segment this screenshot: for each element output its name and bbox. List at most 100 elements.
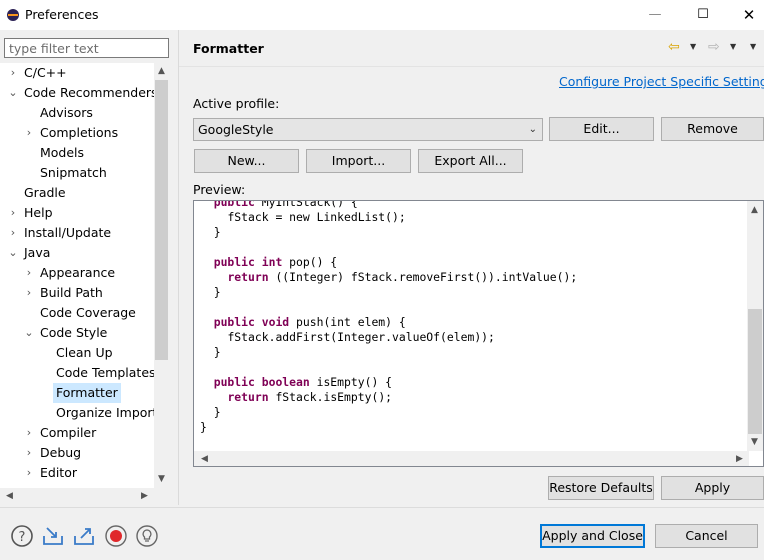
apply-button[interactable]: Apply [661,476,764,500]
new-button[interactable]: New... [194,149,299,173]
tree-item[interactable]: Clean Up [0,343,154,363]
tree-item[interactable]: Code Coverage [0,303,154,323]
collapse-chevron-icon[interactable]: › [24,423,34,443]
code-line: public int pop() { [200,255,577,270]
tree-item[interactable]: Organize Imports [0,403,154,423]
tree-item[interactable]: ⌄ Code Recommenders [0,83,154,103]
code-line: public void push(int elem) { [200,315,577,330]
preview-scroll-thumb[interactable] [748,309,762,434]
tree-item-label: Editor [40,465,77,480]
record-icon[interactable] [104,524,128,548]
tree-item-label: Gradle [24,185,66,200]
expand-chevron-icon[interactable]: ⌄ [8,83,18,103]
collapse-chevron-icon[interactable] [40,403,50,423]
collapse-chevron-icon[interactable]: › [24,463,34,483]
forward-dropdown-icon[interactable]: ▼ [730,42,736,51]
collapse-chevron-icon[interactable] [40,343,50,363]
expand-chevron-icon[interactable]: ⌄ [8,243,18,263]
tree-item[interactable]: › Editor [0,463,154,483]
apply-and-close-button[interactable]: Apply and Close [540,524,645,548]
cancel-button[interactable]: Cancel [655,524,758,548]
tree-vertical-scrollbar[interactable]: ▲ ▼ [154,63,169,488]
import-button[interactable]: Import... [306,149,411,173]
code-preview[interactable]: public MyIntStack() { fStack = new Linke… [193,200,764,467]
collapse-chevron-icon[interactable] [24,143,34,163]
forward-arrow-icon[interactable]: ⇨ [708,39,720,55]
collapse-chevron-icon[interactable] [8,183,18,203]
tree-item[interactable]: Advisors [0,103,154,123]
window-title: Preferences [25,7,99,22]
collapse-chevron-icon[interactable]: › [8,203,18,223]
tree-item[interactable]: Gradle [0,183,154,203]
panel-divider[interactable] [178,30,179,505]
preview-vertical-scrollbar[interactable]: ▲ ▼ [747,201,763,451]
tree-item[interactable]: › Compiler [0,423,154,443]
collapse-chevron-icon[interactable]: › [24,123,34,143]
minimize-button[interactable]: — [632,0,678,30]
tree-item[interactable]: Code Templates [0,363,154,383]
collapse-chevron-icon[interactable]: › [24,443,34,463]
tree-item-label: Java [24,245,51,260]
maximize-button[interactable]: ☐ [680,0,726,30]
collapse-chevron-icon[interactable]: › [8,63,18,83]
export-preferences-icon[interactable] [72,524,96,548]
collapse-chevron-icon[interactable]: › [8,223,18,243]
preview-scroll-right-icon[interactable]: ▶ [732,452,747,466]
configure-project-settings-link[interactable]: Configure Project Specific Settings... [559,74,764,89]
code-text-segment: } [213,285,221,299]
scroll-thumb[interactable] [155,80,168,360]
preview-scroll-up-icon[interactable]: ▲ [747,203,762,218]
import-preferences-icon[interactable] [41,524,65,548]
tree-item-label: Build Path [40,285,103,300]
active-profile-label: Active profile: [193,96,280,111]
code-keyword: public void [213,315,290,329]
collapse-chevron-icon[interactable] [24,103,34,123]
back-arrow-icon[interactable]: ⇦ [668,39,680,55]
tree-item[interactable]: Formatter [0,383,154,403]
tree-item-label: Code Templates [56,365,154,380]
tree-item[interactable]: › Install/Update [0,223,154,243]
collapse-chevron-icon[interactable] [24,303,34,323]
tree-item[interactable]: › Build Path [0,283,154,303]
tree-item[interactable]: Snipmatch [0,163,154,183]
collapse-chevron-icon[interactable] [40,383,50,403]
preferences-tree[interactable]: › C/C++ ⌄ Code Recommenders Advisors › Complet… [0,63,154,488]
tree-item[interactable]: › Debug [0,443,154,463]
back-dropdown-icon[interactable]: ▼ [690,42,696,51]
scroll-right-icon[interactable]: ▶ [137,489,152,504]
tree-item[interactable]: ⌄ Java [0,243,154,263]
expand-chevron-icon[interactable]: ⌄ [24,323,34,343]
tree-item[interactable]: › Help [0,203,154,223]
collapse-chevron-icon[interactable] [40,363,50,383]
code-keyword: return [227,270,269,284]
collapse-chevron-icon[interactable] [24,163,34,183]
code-line: return ((Integer) fStack.removeFirst()).… [200,270,577,285]
tree-item[interactable]: Models [0,143,154,163]
tree-item[interactable]: › Appearance [0,263,154,283]
scroll-down-icon[interactable]: ▼ [154,472,169,487]
edit-button[interactable]: Edit... [549,117,654,141]
preview-horizontal-scrollbar[interactable]: ◀ ▶ [194,451,749,466]
tree-item[interactable]: › Completions [0,123,154,143]
code-text-segment: } [200,420,207,434]
restore-defaults-button[interactable]: Restore Defaults [548,476,654,500]
preview-scroll-down-icon[interactable]: ▼ [747,435,762,450]
tree-item[interactable]: › C/C++ [0,63,154,83]
collapse-chevron-icon[interactable]: › [24,263,34,283]
help-icon[interactable]: ? [10,524,34,548]
tree-horizontal-scrollbar[interactable]: ◀ ▶ [0,488,154,505]
close-button[interactable]: ✕ [726,0,764,30]
preview-scroll-left-icon[interactable]: ◀ [197,452,212,466]
tree-item-label: Models [40,145,85,160]
scroll-up-icon[interactable]: ▲ [154,64,169,79]
profile-select[interactable]: GoogleStyle ⌄ [193,118,543,141]
tree-item[interactable]: ⌄ Code Style [0,323,154,343]
view-menu-icon[interactable]: ▼ [750,42,756,51]
scroll-left-icon[interactable]: ◀ [2,489,17,504]
lightbulb-icon[interactable] [135,524,159,548]
collapse-chevron-icon[interactable]: › [24,283,34,303]
export-all-button[interactable]: Export All... [418,149,523,173]
remove-button[interactable]: Remove [661,117,764,141]
filter-input[interactable] [4,38,169,58]
